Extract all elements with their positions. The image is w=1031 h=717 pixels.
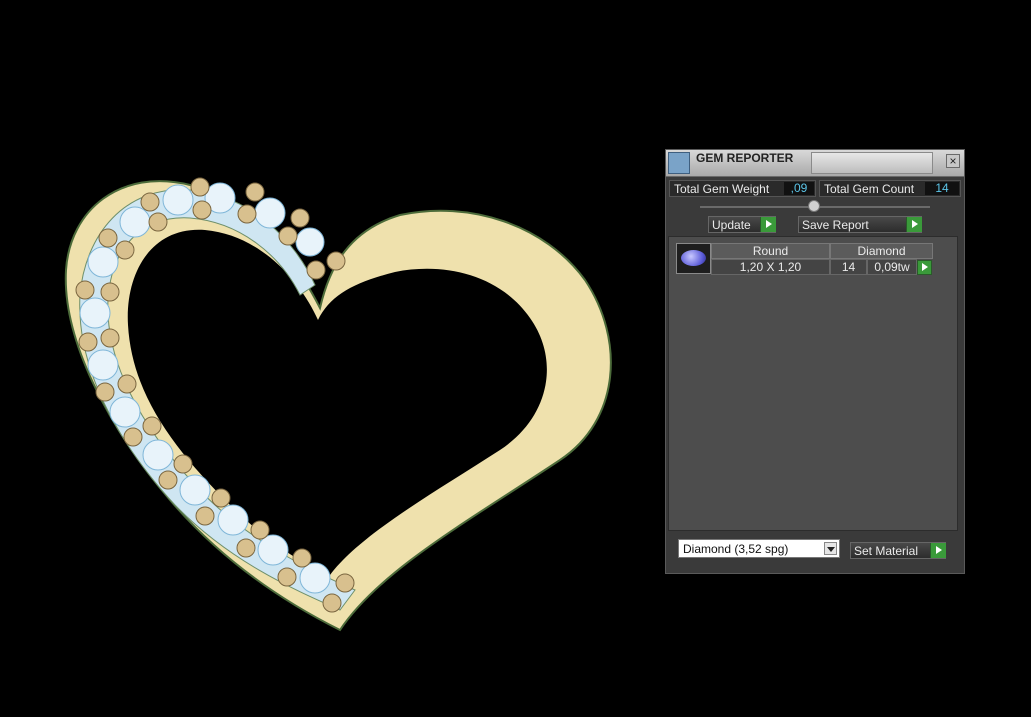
total-gem-count-value: 14 (925, 182, 959, 195)
oval-gem-icon (681, 250, 706, 266)
gem-thumbnail[interactable] (676, 243, 711, 274)
total-gem-weight: Total Gem Weight ,09 (669, 180, 816, 197)
set-material-play-icon[interactable] (930, 543, 946, 558)
total-gem-count: Total Gem Count 14 (819, 180, 961, 197)
gem-reporter-panel: GEM REPORTER × Total Gem Weight ,09 Tota… (665, 149, 965, 574)
table-row-count[interactable]: 14 (830, 259, 867, 275)
table-row-weight[interactable]: 0,09tw (867, 259, 917, 275)
material-select[interactable]: Diamond (3,52 spg) (678, 539, 840, 558)
panel-titlebar[interactable]: GEM REPORTER × (666, 150, 964, 177)
total-gem-weight-value: ,09 (784, 182, 814, 195)
update-button-label: Update (712, 218, 751, 232)
save-report-button[interactable]: Save Report (798, 216, 922, 233)
save-report-play-icon[interactable] (906, 217, 922, 232)
column-header-material: Diamond (830, 243, 933, 259)
set-material-button-label: Set Material (854, 544, 919, 558)
total-gem-weight-label: Total Gem Weight (674, 182, 770, 196)
panel-title: GEM REPORTER (696, 151, 794, 165)
set-material-button[interactable]: Set Material (850, 542, 946, 559)
row-play-icon[interactable] (917, 260, 932, 275)
gem-reporter-app-icon (668, 152, 690, 174)
update-button[interactable]: Update (708, 216, 776, 233)
update-play-icon[interactable] (760, 217, 776, 232)
table-row-size[interactable]: 1,20 X 1,20 (711, 259, 830, 275)
material-select-value: Diamond (3,52 spg) (683, 542, 789, 556)
heart-pendant[interactable] (64, 177, 612, 632)
gem-report-table: Round Diamond 1,20 X 1,20 14 0,09tw (668, 236, 958, 531)
chevron-down-icon[interactable] (824, 542, 837, 555)
close-icon[interactable]: × (946, 154, 960, 168)
slider-handle[interactable] (808, 200, 820, 212)
save-report-button-label: Save Report (802, 218, 869, 232)
column-header-shape: Round (711, 243, 830, 259)
total-gem-count-label: Total Gem Count (824, 182, 915, 196)
titlebar-tab (811, 152, 933, 174)
